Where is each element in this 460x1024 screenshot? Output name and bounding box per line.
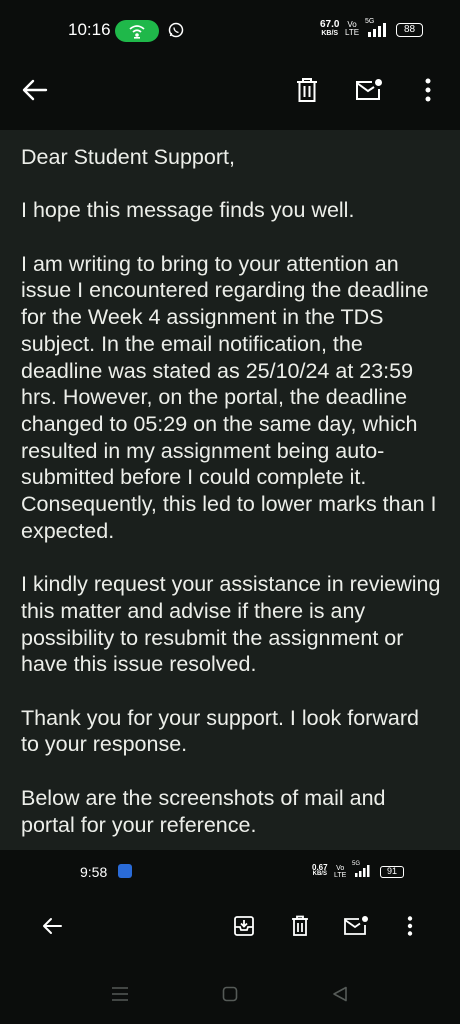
email-paragraph: I kindly request your assistance in revi…	[21, 572, 441, 677]
battery-icon: 88	[396, 23, 423, 37]
embedded-time: 9:58	[80, 864, 108, 880]
back-icon[interactable]	[320, 974, 360, 1014]
email-paragraph: Below are the screenshots of mail and po…	[21, 785, 386, 837]
recents-icon[interactable]	[100, 974, 140, 1014]
network-speed: 67.0 KB/S	[320, 19, 340, 38]
hotspot-icon[interactable]	[115, 20, 159, 42]
mark-unread-icon[interactable]	[349, 70, 389, 110]
home-icon[interactable]	[210, 974, 250, 1014]
embedded-network-speed: 0.67 KB/S	[312, 863, 328, 878]
trash-icon[interactable]	[280, 906, 320, 946]
whatsapp-icon	[168, 22, 184, 38]
embedded-battery-icon: 91	[380, 866, 404, 878]
status-time: 10:16	[68, 20, 111, 39]
more-vert-icon[interactable]	[408, 70, 448, 110]
mark-unread-icon[interactable]	[336, 906, 376, 946]
greeting: Dear Student Support,	[21, 145, 235, 169]
email-text: Dear Student Support, I hope this messag…	[21, 144, 441, 865]
trash-icon[interactable]	[287, 70, 327, 110]
bottom-toolbar	[0, 894, 460, 960]
archive-icon[interactable]	[224, 906, 264, 946]
embedded-status-bar: 9:58 0.67 KB/S Vo LTE 5G 91	[0, 850, 460, 894]
embedded-signal-icon: 5G	[352, 861, 374, 878]
system-nav-bar	[0, 960, 460, 1024]
signal-icon: 5G	[365, 18, 391, 38]
top-toolbar	[0, 62, 460, 130]
email-body: Dear Student Support, I hope this messag…	[0, 130, 460, 850]
email-paragraph: I hope this message finds you well.	[21, 198, 355, 223]
back-arrow-icon[interactable]	[32, 906, 72, 946]
app-notification-icon	[118, 864, 132, 878]
email-paragraph: I am writing to bring to your attention …	[21, 251, 437, 543]
back-arrow-icon[interactable]	[15, 70, 55, 110]
email-paragraph: Thank you for your support. I look forwa…	[21, 705, 419, 757]
embedded-volte-indicator: Vo LTE	[334, 865, 347, 879]
status-bar: 10:16 67.0 KB/S Vo LTE 5G 88	[0, 0, 460, 62]
volte-indicator: Vo LTE	[345, 20, 360, 37]
more-vert-icon[interactable]	[390, 906, 430, 946]
